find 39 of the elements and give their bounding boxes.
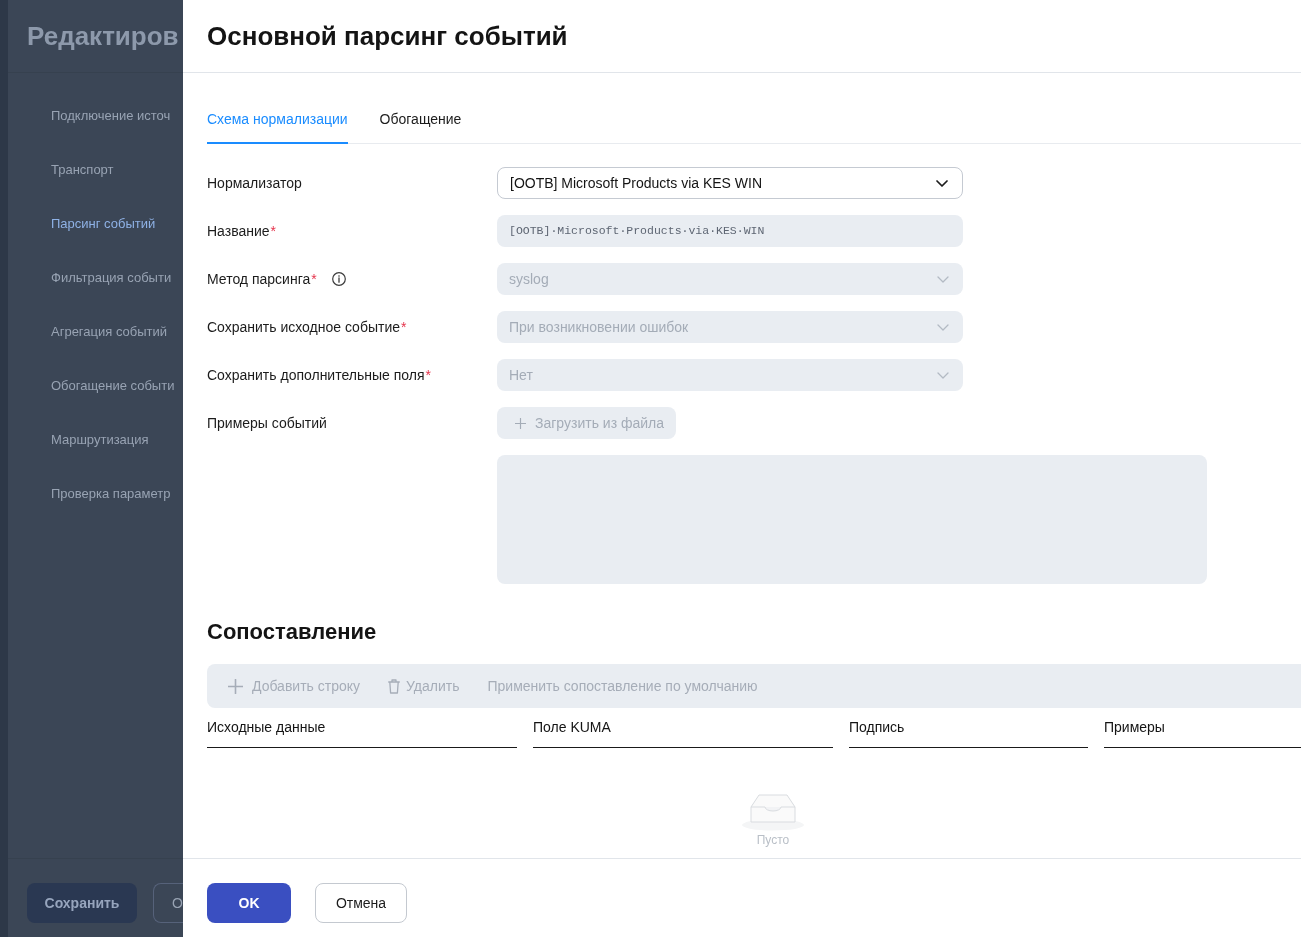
required-asterisk: * bbox=[311, 269, 317, 289]
cancel-button[interactable]: Отмена bbox=[315, 883, 407, 923]
page-title: Редактиров bbox=[27, 19, 179, 53]
section-title: Сопоставление bbox=[207, 618, 378, 646]
field-label: Метод парсинга bbox=[207, 269, 311, 289]
nav-item[interactable]: Маршрутизация bbox=[51, 430, 149, 450]
empty-state-text: Пусто bbox=[756, 833, 790, 848]
nav-item[interactable]: Обогащение событи bbox=[51, 376, 175, 396]
field-label: Примеры событий bbox=[207, 413, 327, 433]
tab[interactable]: Схема нормализации bbox=[207, 97, 348, 144]
column-header: Исходные данные bbox=[207, 708, 517, 748]
select-field[interactable]: [OOTB] Microsoft Products via KES WIN bbox=[497, 167, 963, 199]
plus-icon bbox=[515, 417, 526, 429]
ok-button[interactable]: OK bbox=[207, 883, 291, 923]
drawer-title: Основной парсинг событий bbox=[207, 19, 568, 53]
field-label: Нормализатор bbox=[207, 173, 302, 193]
required-asterisk: * bbox=[270, 221, 276, 241]
nav-item[interactable]: Фильтрация событи bbox=[51, 268, 172, 288]
column-header: Поле KUMA bbox=[533, 708, 833, 748]
field-label: Название bbox=[207, 221, 270, 241]
column-header: Примеры bbox=[1104, 708, 1301, 748]
field-label: Сохранить дополнительные поля bbox=[207, 365, 425, 385]
required-asterisk: * bbox=[425, 365, 431, 385]
chevron-down-icon bbox=[937, 275, 949, 283]
field-label: Сохранить исходное событие bbox=[207, 317, 400, 337]
chevron-down-icon bbox=[937, 371, 949, 379]
column-header: Подпись bbox=[849, 708, 1088, 748]
trash-icon bbox=[388, 678, 401, 694]
nav-item[interactable]: Проверка параметр bbox=[51, 484, 171, 504]
save-button[interactable]: Сохранить bbox=[27, 883, 137, 923]
plus-icon bbox=[228, 678, 243, 694]
nav-item[interactable]: Транспорт bbox=[51, 160, 114, 180]
nav-item[interactable]: Парсинг событий bbox=[51, 214, 156, 234]
chevron-down-icon bbox=[936, 179, 948, 187]
tab[interactable]: Обогащение bbox=[379, 97, 462, 144]
nav-item[interactable]: Агрегация событий bbox=[51, 322, 168, 342]
nav-item[interactable]: Подключение источ bbox=[51, 106, 171, 126]
required-asterisk: * bbox=[401, 317, 407, 337]
chevron-down-icon bbox=[937, 323, 949, 331]
